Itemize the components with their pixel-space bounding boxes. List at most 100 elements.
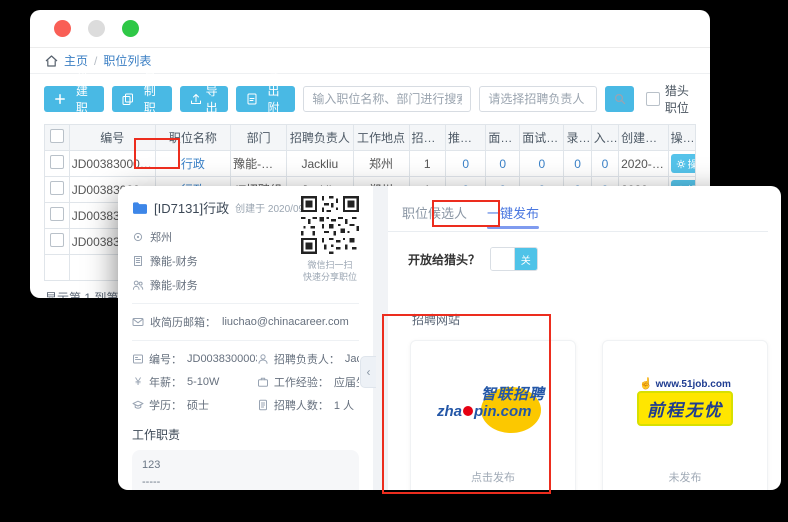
column-header: 操作: [668, 125, 695, 151]
count-link[interactable]: 0: [602, 157, 609, 171]
field-label: 招聘人数：: [274, 397, 329, 413]
field-value: 5-10W: [187, 376, 219, 388]
count-link[interactable]: 0: [462, 157, 469, 171]
column-header: 工作地点: [353, 125, 409, 151]
export-attachments-button[interactable]: 导出附件: [236, 86, 296, 112]
field-label: 学历：: [149, 397, 182, 413]
detail-field: ¥ 年薪： 5-10W: [132, 374, 257, 390]
column-header: 推荐候...: [445, 125, 485, 151]
screenshot-stage: 主页 / 职位列表 新建职位复制职位导出导出附件 猎头职位 编号职位名称部门招聘…: [0, 0, 788, 522]
export-button[interactable]: 导出: [180, 86, 228, 112]
field-label: 招聘负责人：: [274, 351, 340, 367]
count-link[interactable]: 0: [538, 157, 545, 171]
minimize-window-button[interactable]: [88, 20, 105, 37]
toolbar-buttons: 新建职位复制职位导出导出附件: [44, 86, 295, 112]
column-header: 部门: [231, 125, 287, 151]
headhunter-toggle-row: 开放给猎头？ 关: [408, 247, 768, 271]
team-value: 豫能-财务: [150, 277, 198, 293]
headhunter-checkbox[interactable]: [646, 92, 660, 106]
cell-created-date: 2020-09-...: [619, 151, 668, 177]
section-title-duties: 工作职责: [132, 426, 359, 443]
position-fields: 编号：JD00383000036 招聘负责人： Jackliu ¥ 年薪： 5-10W 工作…: [132, 351, 359, 413]
maximize-window-button[interactable]: [122, 20, 139, 37]
tab-candidates[interactable]: 职位候选人: [398, 196, 471, 231]
position-title-link[interactable]: 行政: [181, 157, 205, 171]
badge-icon: [132, 353, 144, 365]
field-value: 硕士: [187, 397, 209, 413]
column-header: 录用: [564, 125, 591, 151]
51job-logo-cn: 前程无忧: [637, 391, 733, 426]
cell-count: 1: [409, 151, 445, 177]
field-value: Jackliu: [345, 353, 359, 365]
headhunter-toggle[interactable]: 关: [490, 247, 538, 271]
column-header: 创建日期: [619, 125, 668, 151]
cell-count: 0: [486, 151, 520, 177]
51job-publish-status: 未发布: [669, 469, 702, 485]
magnifier-icon: [614, 93, 626, 105]
copy-position-button[interactable]: 复制职位: [112, 86, 172, 112]
detail-field: 编号：JD00383000036: [132, 351, 257, 367]
column-header: 编号: [69, 125, 155, 151]
breadcrumb: 主页 / 职位列表: [30, 48, 710, 74]
row-checkbox[interactable]: [50, 181, 64, 195]
new-position-button[interactable]: 新建职位: [44, 86, 104, 112]
qr-caption: 微信扫一扫 快速分享职位: [299, 259, 361, 283]
zhaopin-logo-cn: 智联招聘: [431, 383, 555, 404]
email-value: liuchao@chinacareer.com: [222, 316, 349, 328]
toolbar: 新建职位复制职位导出导出附件 猎头职位: [30, 74, 710, 123]
row-actions-button[interactable]: 操作: [671, 154, 696, 173]
tab-one-click-publish[interactable]: 一键发布: [483, 196, 543, 231]
count-link[interactable]: 0: [499, 157, 506, 171]
breadcrumb-separator: /: [94, 54, 97, 68]
home-icon: [45, 55, 58, 67]
field-label: 编号：: [149, 351, 182, 367]
search-input[interactable]: [303, 86, 471, 112]
column-header: 入职: [591, 125, 618, 151]
doc-icon: [257, 399, 269, 411]
field-value: 应届生: [334, 374, 359, 390]
headhunter-question: 开放给猎头？: [408, 251, 480, 268]
row-checkbox[interactable]: [50, 233, 64, 247]
detail-field: 招聘人数：1 人: [257, 397, 359, 413]
position-detail-panel: [ID7131]行政 创建于 2020/09: [118, 186, 781, 490]
site-card-51job[interactable]: ☝ www.51job.com 前程无忧 未发布: [602, 340, 768, 490]
folder-icon: [132, 201, 148, 215]
divider: [132, 303, 359, 304]
position-basic-info: 郑州 豫能-财务 豫能-财务: [132, 229, 267, 293]
cell-department: 豫能-财务: [231, 151, 287, 177]
column-header: 招聘负责人: [287, 125, 353, 151]
site-card-zhaopin[interactable]: 智联招聘 zhapin.com 点击发布: [410, 340, 576, 490]
toggle-knob: [491, 248, 515, 270]
cell-count: 0: [520, 151, 564, 177]
resume-email-row: 收简历邮箱： liuchao@chinacareer.com: [132, 314, 359, 330]
headhunter-filter[interactable]: 猎头职位: [646, 82, 696, 116]
row-checkbox[interactable]: [50, 155, 64, 169]
count-link[interactable]: 0: [574, 157, 581, 171]
yen-icon: ¥: [132, 376, 144, 388]
owner-select[interactable]: [479, 86, 597, 112]
position-title: [ID7131]行政: [154, 198, 229, 217]
close-window-button[interactable]: [54, 20, 71, 37]
toggle-state-label: 关: [515, 248, 538, 270]
divider: [132, 340, 359, 341]
field-label: 年薪：: [149, 374, 182, 390]
qr-share-block: 微信扫一扫 快速分享职位: [299, 196, 361, 283]
select-all-checkbox[interactable]: [50, 129, 64, 143]
detail-column: [ID7131]行政 创建于 2020/09: [118, 186, 373, 490]
cell-owner: Jackliu: [287, 151, 353, 177]
search-button[interactable]: [605, 86, 633, 112]
column-header: 招聘人...: [409, 125, 445, 151]
publish-column: 职位候选人一键发布 开放给猎头？ 关 招聘网站 智联招聘 zhapin.com: [388, 186, 781, 490]
window-titlebar: [30, 10, 710, 48]
cell-position-id: JD00383000036: [69, 151, 155, 177]
qr-code: [301, 196, 359, 254]
collapse-handle[interactable]: ‹: [360, 356, 376, 388]
detail-field: 招聘负责人： Jackliu: [257, 351, 359, 367]
org-value: 豫能-财务: [150, 253, 198, 269]
cell-count: 0: [591, 151, 618, 177]
row-checkbox[interactable]: [50, 207, 64, 221]
duties-content: 123 -----: [142, 457, 349, 490]
brief-icon: [257, 376, 269, 388]
location-value: 郑州: [150, 229, 172, 245]
detail-field: 工作经验：应届生: [257, 374, 359, 390]
